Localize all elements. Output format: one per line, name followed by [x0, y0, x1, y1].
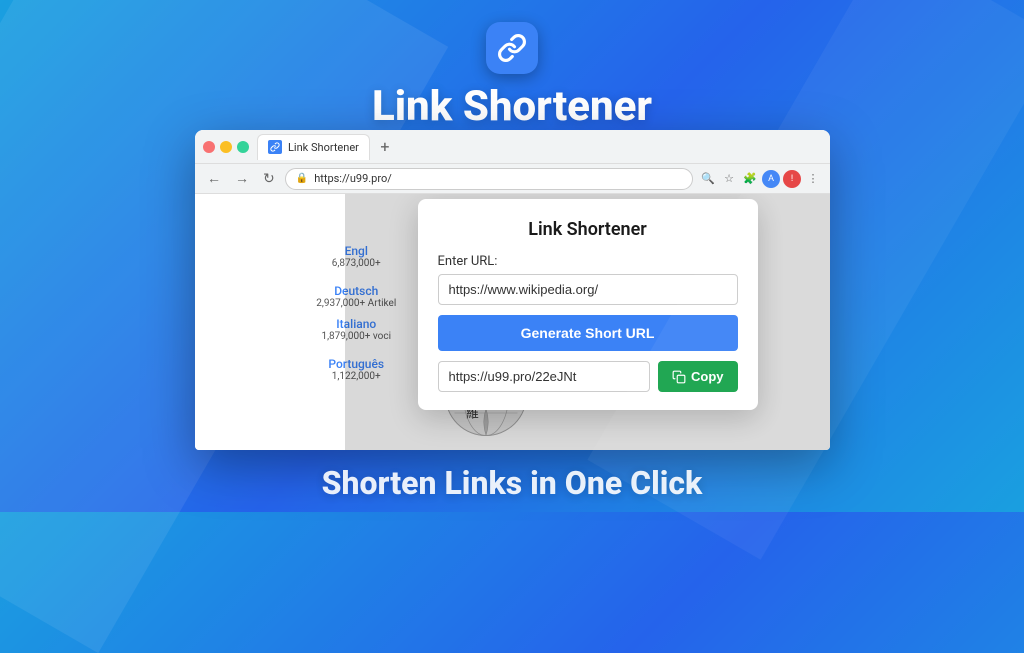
- browser-window: ✕ Link Shortener + ←: [195, 130, 830, 450]
- active-tab[interactable]: Link Shortener: [257, 134, 370, 160]
- back-button[interactable]: ←: [203, 168, 225, 189]
- tab-bar: Link Shortener +: [257, 134, 822, 160]
- browser-content: Engl 6,873,000+ 日本語 1,427,000+ 記事 Deutsc…: [195, 194, 830, 450]
- browser-nav: ← → ↻ 🔒 https://u99.pro/ 🔍 ☆ 🧩 A ! ⋮: [195, 164, 830, 194]
- refresh-button[interactable]: ↻: [259, 169, 279, 189]
- popup-overlay: Link Shortener Enter URL: Generate Short…: [345, 194, 830, 450]
- result-row: Copy: [438, 361, 738, 392]
- browser-icons: 🔍 ☆ 🧩 A ! ⋮: [699, 170, 822, 188]
- minimize-button[interactable]: [220, 141, 232, 153]
- bottom-subtitle: Shorten Links in One Click: [0, 464, 1024, 512]
- url-input[interactable]: [438, 274, 738, 305]
- link-shortener-popup: Link Shortener Enter URL: Generate Short…: [418, 199, 758, 410]
- tab-label: Link Shortener: [288, 141, 359, 154]
- tab-favicon: [268, 140, 282, 154]
- popup-title: Link Shortener: [438, 219, 738, 240]
- result-url-input[interactable]: [438, 361, 651, 392]
- copy-button[interactable]: Copy: [658, 361, 738, 392]
- address-bar[interactable]: 🔒 https://u99.pro/: [285, 168, 693, 190]
- close-button[interactable]: ✕: [203, 141, 215, 153]
- url-label: Enter URL:: [438, 254, 738, 269]
- menu-icon[interactable]: ⋮: [804, 170, 822, 188]
- forward-button[interactable]: →: [231, 168, 253, 189]
- copy-icon: [672, 370, 686, 384]
- page-wrapper: Link Shortener ✕ Link Shortener: [0, 0, 1024, 512]
- extensions-icon[interactable]: 🧩: [741, 170, 759, 188]
- browser-chrome: ✕ Link Shortener +: [195, 130, 830, 164]
- generate-button[interactable]: Generate Short URL: [438, 315, 738, 351]
- search-icon[interactable]: 🔍: [699, 170, 717, 188]
- notification-icon[interactable]: !: [783, 170, 801, 188]
- main-title: Link Shortener: [372, 82, 652, 131]
- maximize-button[interactable]: [237, 141, 249, 153]
- copy-label: Copy: [691, 369, 724, 384]
- bookmark-icon[interactable]: ☆: [720, 170, 738, 188]
- app-icon: [486, 22, 538, 74]
- address-text: https://u99.pro/: [314, 172, 392, 185]
- profile-icon[interactable]: A: [762, 170, 780, 188]
- window-controls: ✕: [203, 141, 249, 153]
- new-tab-button[interactable]: +: [374, 136, 396, 158]
